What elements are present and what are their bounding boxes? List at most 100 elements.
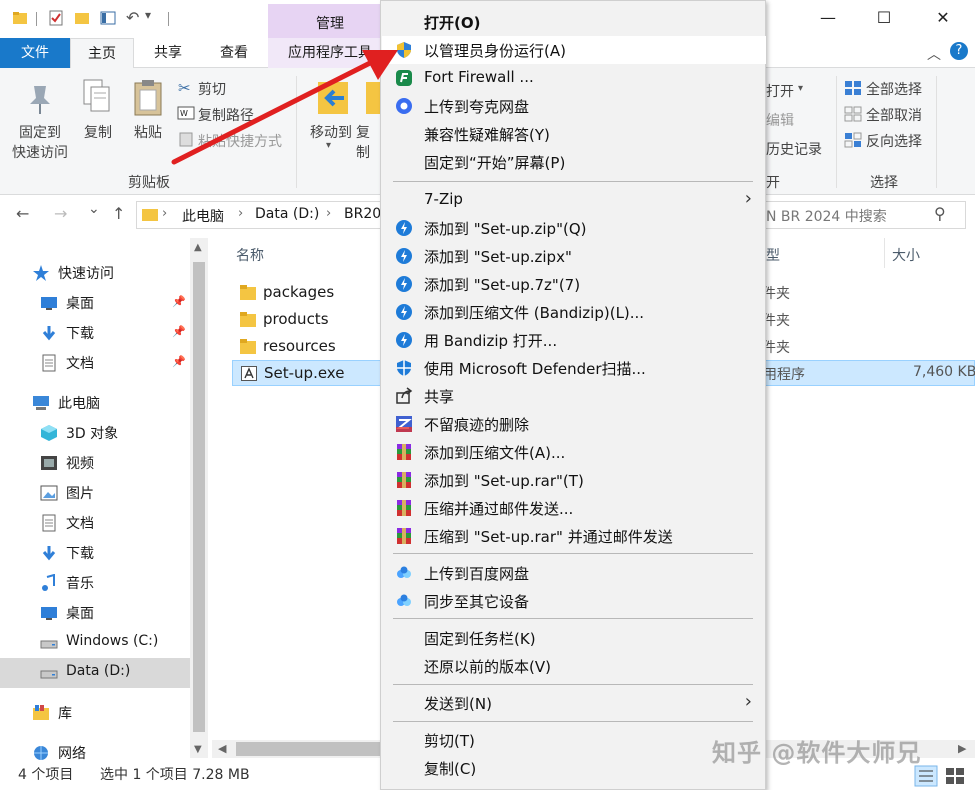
context-menu-item[interactable]: 使用 Microsoft Defender扫描...	[382, 354, 766, 382]
copy-icon	[83, 79, 110, 112]
scroll-down-icon[interactable]: ▼	[194, 744, 202, 755]
context-menu-item[interactable]: 添加到 "Set-up.7z"(7)	[382, 270, 766, 298]
nav-item[interactable]: Data (D:)	[0, 658, 190, 688]
tab-file[interactable]: 文件	[0, 38, 70, 68]
nav-item-label: 桌面	[66, 606, 94, 622]
help-button[interactable]: ?	[950, 42, 968, 60]
document-icon	[40, 514, 58, 532]
tab-home[interactable]: 主页	[70, 38, 134, 69]
column-header-name[interactable]: 名称	[236, 245, 264, 265]
nav-item[interactable]: Windows (C:)	[0, 628, 190, 658]
nav-scroll-thumb[interactable]	[193, 262, 205, 732]
context-menu-item[interactable]: 添加到压缩文件(A)...	[382, 438, 766, 466]
h-scroll-thumb[interactable]	[236, 742, 382, 756]
breadcrumb-br2024[interactable]: BR20	[344, 206, 381, 222]
context-menu-item[interactable]: 用 Bandizip 打开...	[382, 326, 766, 354]
context-menu-item[interactable]: 共享	[382, 382, 766, 410]
context-menu-item[interactable]: 压缩到 "Set-up.rar" 并通过邮件发送	[382, 522, 766, 550]
undo-icon[interactable]: ↶	[126, 8, 139, 27]
menu-item-label: 共享	[424, 388, 455, 406]
forward-button[interactable]: →	[54, 204, 67, 223]
nav-item[interactable]: 下载	[0, 538, 190, 568]
close-button[interactable]: ✕	[933, 8, 953, 28]
scroll-right-icon[interactable]: ▶	[958, 742, 966, 755]
menu-separator	[393, 553, 753, 554]
history-button[interactable]: 历史记录	[766, 139, 822, 159]
copy-button[interactable]: 复制	[78, 122, 118, 142]
context-menu-item[interactable]: 不留痕迹的删除	[382, 410, 766, 438]
column-header-size[interactable]: 大小	[892, 245, 920, 265]
desktop-icon	[40, 294, 58, 312]
star-icon	[32, 264, 50, 282]
context-menu-item[interactable]: 还原以前的版本(V)	[382, 652, 766, 680]
context-menu-item[interactable]: 上传到百度网盘	[382, 559, 766, 587]
recent-locations-button[interactable]: ⌄	[88, 201, 100, 217]
pin-icon[interactable]: 📌	[172, 355, 186, 368]
edit-button[interactable]: 编辑	[766, 110, 794, 130]
nav-item[interactable]: 此电脑	[0, 388, 190, 418]
context-menu-item[interactable]: 发送到(N) ›	[382, 689, 766, 717]
breadcrumb-data-drive[interactable]: Data (D:)	[255, 206, 319, 222]
open-button[interactable]: 打开	[766, 81, 794, 101]
context-menu-item[interactable]: 上传到夸克网盘	[382, 92, 766, 120]
minimize-button[interactable]: —	[818, 8, 838, 28]
select-none-button[interactable]: 全部取消	[866, 105, 922, 125]
nav-item[interactable]: 3D 对象	[0, 418, 190, 448]
menu-item-label: 添加到压缩文件 (Bandizip)(L)...	[424, 304, 645, 322]
new-folder-icon[interactable]	[74, 10, 90, 26]
menu-item-label: 使用 Microsoft Defender扫描...	[424, 360, 646, 378]
maximize-button[interactable]: ☐	[874, 8, 894, 28]
nav-item[interactable]: 文档	[0, 508, 190, 538]
scroll-left-icon[interactable]: ◀	[218, 742, 226, 755]
context-menu-item[interactable]: 打开(O)	[382, 8, 766, 36]
context-menu-item[interactable]: 添加到 "Set-up.zipx"	[382, 242, 766, 270]
large-icons-view-icon[interactable]	[944, 766, 966, 786]
pin-quick-access-button[interactable]: 固定到 快速访问	[10, 122, 70, 162]
nav-item[interactable]: 音乐	[0, 568, 190, 598]
view-icon[interactable]	[100, 10, 116, 26]
select-group-label: 选择	[870, 175, 898, 191]
context-menu-item[interactable]: 同步至其它设备	[382, 587, 766, 615]
properties-icon[interactable]	[48, 10, 64, 26]
pin-icon[interactable]: 📌	[172, 295, 186, 308]
column-divider	[884, 238, 885, 268]
back-button[interactable]: ←	[16, 204, 29, 223]
search-input[interactable]: N BR 2024 中搜索	[766, 206, 887, 226]
menu-item-label: 用 Bandizip 打开...	[424, 332, 558, 350]
nav-item[interactable]: 桌面 📌	[0, 288, 190, 318]
context-menu-item[interactable]: Fort Firewall ...	[382, 64, 766, 92]
column-header-type[interactable]: 型	[766, 245, 780, 265]
details-view-icon[interactable]	[914, 765, 938, 787]
nav-item[interactable]: 快速访问	[0, 258, 190, 288]
nav-item[interactable]: 视频	[0, 448, 190, 478]
context-menu-item[interactable]: 以管理员身份运行(A)	[382, 36, 766, 64]
nav-item[interactable]: 图片	[0, 478, 190, 508]
breadcrumb-separator: ›	[162, 206, 168, 221]
context-menu-item[interactable]: 兼容性疑难解答(Y)	[382, 120, 766, 148]
context-menu-item[interactable]: 添加到压缩文件 (Bandizip)(L)...	[382, 298, 766, 326]
context-menu-item[interactable]: 固定到任务栏(K)	[382, 624, 766, 652]
nav-item[interactable]: 文档 📌	[0, 348, 190, 378]
search-icon[interactable]: ⚲	[934, 204, 946, 223]
context-menu-item[interactable]: 7-Zip ›	[382, 186, 766, 214]
context-menu-item[interactable]: 剪切(T)	[382, 726, 766, 754]
open-dropdown-icon[interactable]: ▾	[798, 83, 803, 94]
collapse-ribbon-icon[interactable]: ︿	[927, 44, 941, 64]
nav-item[interactable]: 库	[0, 698, 190, 728]
manage-tab-label[interactable]: 管理	[316, 13, 344, 33]
select-all-button[interactable]: 全部选择	[866, 79, 922, 99]
context-menu-item[interactable]: 固定到“开始”屏幕(P)	[382, 148, 766, 176]
context-menu-item[interactable]: 复制(C)	[382, 754, 766, 782]
context-menu-item[interactable]: 压缩并通过邮件发送...	[382, 494, 766, 522]
qat-dropdown-icon[interactable]: ▾	[145, 8, 151, 22]
annotation-arrow-icon	[171, 50, 398, 165]
context-menu-item[interactable]: 添加到 "Set-up.rar"(T)	[382, 466, 766, 494]
scroll-up-icon[interactable]: ▲	[194, 242, 202, 253]
up-button[interactable]: ↑	[112, 204, 125, 223]
invert-selection-button[interactable]: 反向选择	[866, 131, 922, 151]
nav-item[interactable]: 桌面	[0, 598, 190, 628]
pin-icon[interactable]: 📌	[172, 325, 186, 338]
context-menu-item[interactable]: 添加到 "Set-up.zip"(Q)	[382, 214, 766, 242]
breadcrumb-this-pc[interactable]: 此电脑	[182, 206, 224, 226]
nav-item[interactable]: 下载 📌	[0, 318, 190, 348]
